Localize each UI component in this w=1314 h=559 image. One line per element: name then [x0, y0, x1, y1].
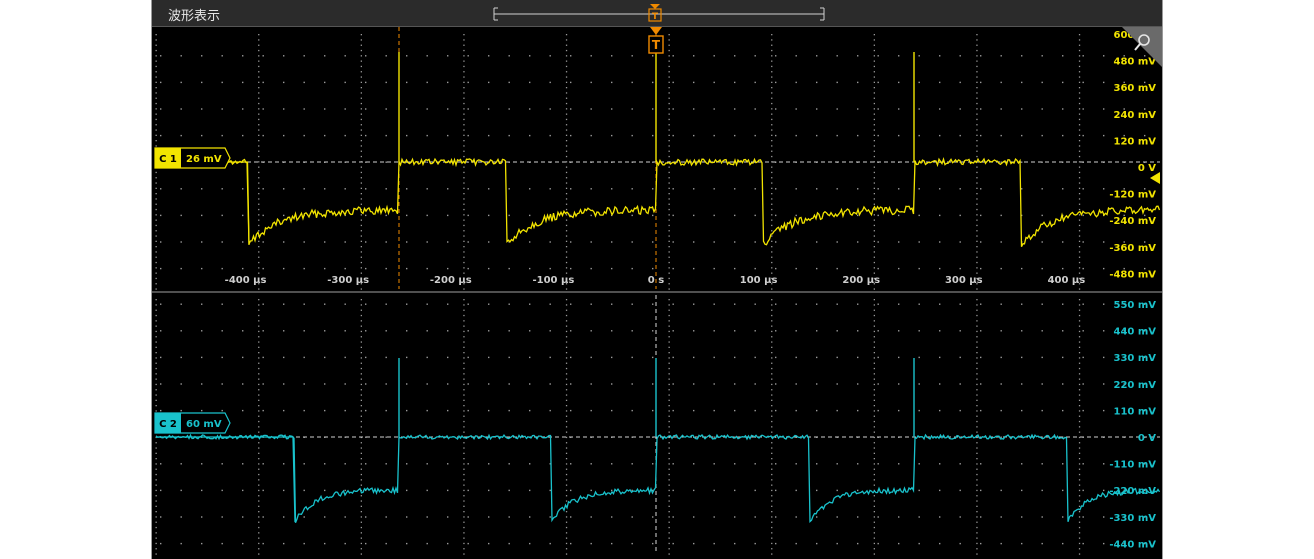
time-axis-label: 400 µs — [1048, 275, 1086, 286]
ch2-waveform — [155, 433, 1161, 524]
ch2-badge-scale: 60 mV — [186, 419, 222, 430]
time-axis-label: -300 µs — [327, 275, 369, 286]
ch1-axis-label: -480 mV — [1109, 269, 1156, 280]
ch1-axis-label: 120 mV — [1113, 136, 1156, 147]
ch1-badge-id: C 1 — [159, 154, 177, 165]
time-axis-label: 0 s — [648, 275, 664, 286]
ch1-axis-label: -120 mV — [1109, 190, 1156, 201]
ch1-axis-label: -240 mV — [1109, 216, 1156, 227]
trigger-arrow-icon — [650, 27, 662, 35]
ch1-axis-label: 240 mV — [1113, 110, 1156, 121]
record-view-bracket[interactable] — [493, 7, 825, 21]
ch2-axis-label: 220 mV — [1113, 380, 1156, 391]
ch1-axis-label: 360 mV — [1113, 83, 1156, 94]
ch2-axis-label: 0 V — [1138, 433, 1156, 444]
ch2-badge-id: C 2 — [159, 419, 177, 430]
graticule — [155, 34, 1146, 555]
magnifier-icon-handle — [1134, 43, 1141, 51]
ch1-waveform — [155, 156, 1161, 247]
time-axis-label: 200 µs — [842, 275, 880, 286]
ch2-axis-label: -330 mV — [1109, 513, 1156, 524]
ch2-axis-label: -110 mV — [1109, 460, 1156, 471]
trigger-caret-icon — [650, 4, 660, 9]
trigger-marker-label: T — [652, 38, 661, 52]
ch2-axis-label: -220 mV — [1109, 486, 1156, 497]
ch1-waveform-start — [156, 161, 250, 246]
ch2-badge[interactable]: C 2 60 mV — [154, 412, 231, 434]
time-axis-label: -100 µs — [532, 275, 574, 286]
time-axis-label: 100 µs — [740, 275, 778, 286]
ch2-waveform-start — [156, 436, 296, 523]
ch2-axis-label: 330 mV — [1113, 353, 1156, 364]
ch1-axis-label: 0 V — [1138, 163, 1156, 174]
time-axis-label: -400 µs — [225, 275, 267, 286]
time-axis-label: -200 µs — [430, 275, 472, 286]
time-axis-label: 300 µs — [945, 275, 983, 286]
trigger-position-label: T — [652, 12, 659, 22]
ch1-axis-label: -360 mV — [1109, 243, 1156, 254]
scope-display[interactable]: 600 mV480 mV360 mV240 mV120 mV0 V-120 mV… — [152, 0, 1163, 559]
waveform-view: 波形表示 600 mV480 mV360 mV240 mV120 mV0 V-1… — [151, 0, 1163, 559]
ch2-axis-label: -440 mV — [1109, 539, 1156, 550]
ch1-badge[interactable]: C 1 26 mV — [154, 147, 231, 169]
ch2-axis-label: 550 mV — [1113, 300, 1156, 311]
ch2-axis-label: 110 mV — [1113, 406, 1156, 417]
ch1-axis-label: 480 mV — [1113, 57, 1156, 68]
ch2-axis-label: 440 mV — [1113, 327, 1156, 338]
ch1-badge-scale: 26 mV — [186, 154, 222, 165]
